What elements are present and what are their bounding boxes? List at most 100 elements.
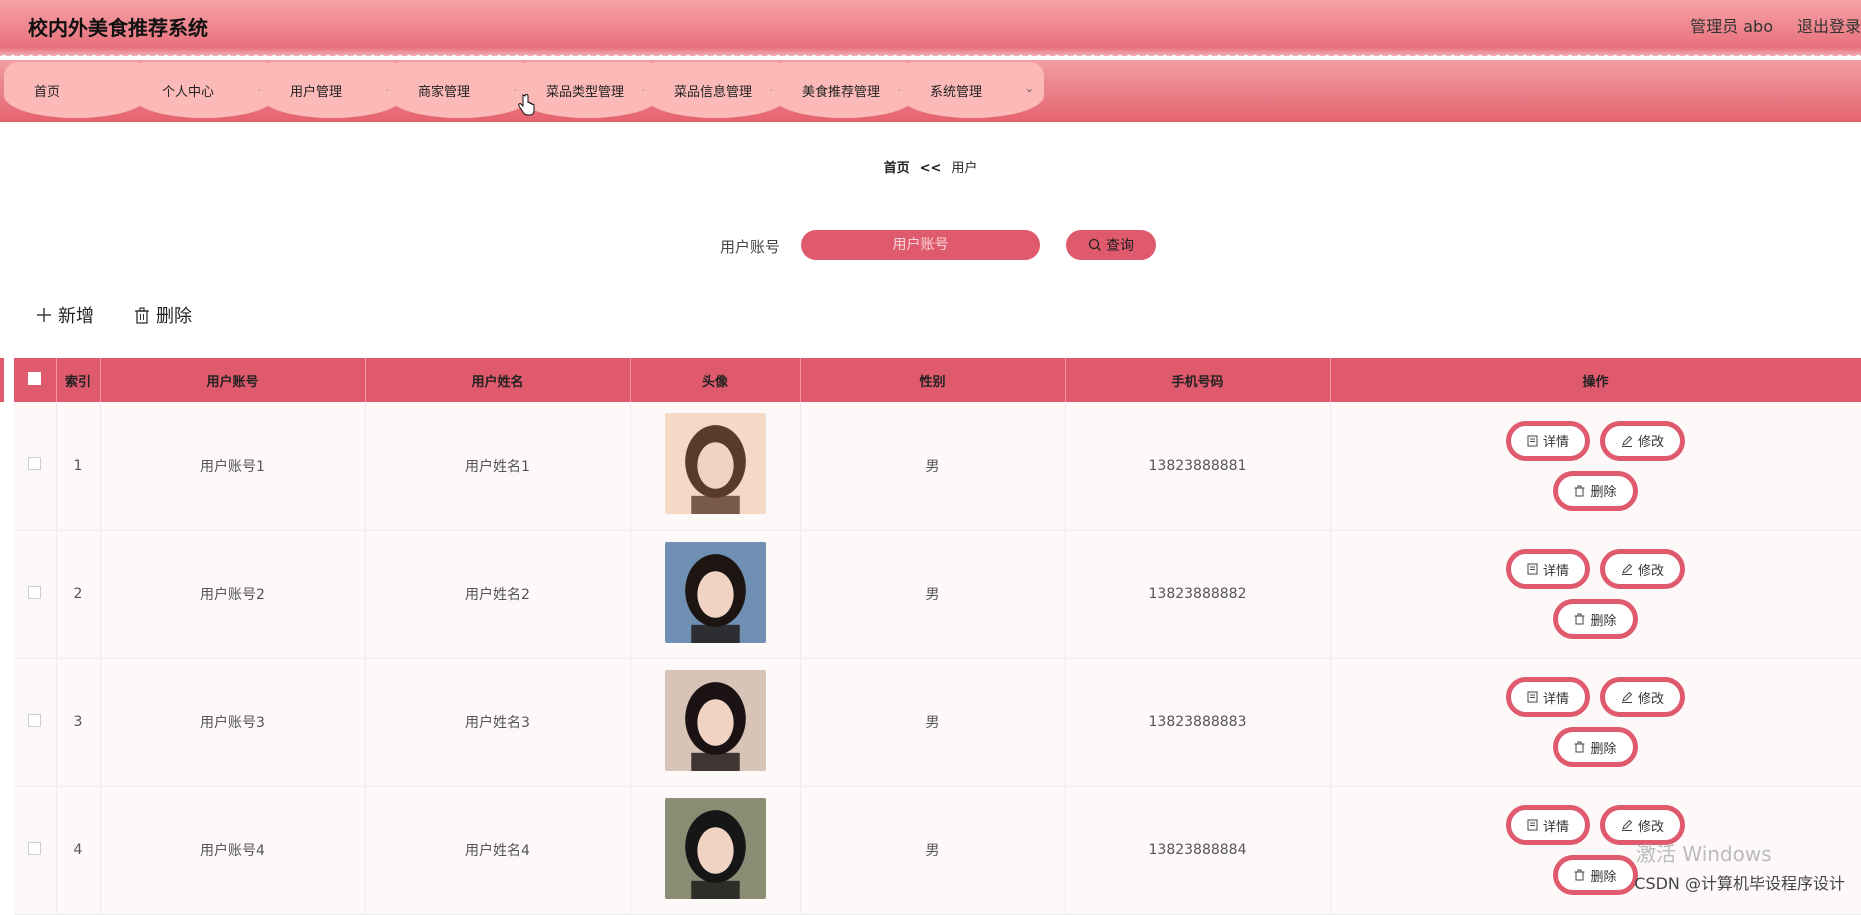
cell-avatar — [630, 402, 800, 530]
windows-activation-watermark: 激活 Windows — [1636, 838, 1772, 867]
cell-avatar — [630, 530, 800, 658]
edit-button-label: 修改 — [1638, 431, 1664, 450]
cell-account: 用户账号1 — [100, 402, 365, 530]
cell-name: 用户姓名1 — [365, 402, 630, 530]
detail-button-label: 详情 — [1543, 560, 1569, 579]
pencil-icon — [1621, 435, 1633, 447]
nav-tab-5[interactable]: 菜品信息管理⌄ — [644, 62, 788, 118]
delete-button[interactable]: 删除 — [1553, 727, 1637, 767]
delete-button-label: 删除 — [1590, 738, 1616, 757]
col-header-index: 索引 — [56, 358, 100, 402]
main-nav: 首页个人中心⌄用户管理⌄商家管理⌄菜品类型管理⌄菜品信息管理⌄美食推荐管理⌄系统… — [0, 60, 1861, 122]
cell-phone: 13823888883 — [1065, 658, 1330, 786]
add-button[interactable]: 新增 — [36, 302, 94, 328]
nav-tab-7[interactable]: 系统管理 ⌄ — [900, 62, 1044, 118]
app-title: 校内外美食推荐系统 — [28, 12, 208, 41]
breadcrumb-home[interactable]: 首页 — [884, 161, 910, 176]
select-all-checkbox[interactable] — [28, 372, 41, 385]
nav-tab-label: 美食推荐管理 — [802, 81, 880, 100]
cell-actions: 详情 修改 删除 — [1330, 530, 1861, 658]
col-header-name: 用户姓名 — [365, 358, 630, 402]
user-table: 索引 用户账号 用户姓名 头像 性别 手机号码 操作 1用户账号1用户姓名1男1… — [14, 358, 1861, 915]
row-select-cell[interactable] — [14, 402, 56, 530]
cell-phone: 13823888882 — [1065, 530, 1330, 658]
row-checkbox[interactable] — [28, 842, 41, 855]
nav-tab-3[interactable]: 商家管理⌄ — [388, 62, 532, 118]
bulk-delete-button[interactable]: 删除 — [134, 302, 192, 328]
delete-button[interactable]: 删除 — [1553, 599, 1637, 639]
table-row: 2用户账号2用户姓名2男13823888882 详情 修改 删除 — [14, 530, 1861, 658]
delete-button-label: 删除 — [1590, 481, 1616, 500]
edit-button[interactable]: 修改 — [1600, 421, 1685, 461]
cell-index: 2 — [56, 530, 100, 658]
nav-tab-4[interactable]: 菜品类型管理⌄ — [516, 62, 660, 118]
cell-name: 用户姓名3 — [365, 658, 630, 786]
cell-gender: 男 — [800, 786, 1065, 914]
detail-button[interactable]: 详情 — [1506, 421, 1590, 461]
nav-tab-2[interactable]: 用户管理⌄ — [260, 62, 404, 118]
add-button-label: 新增 — [58, 302, 94, 328]
document-icon — [1527, 563, 1538, 575]
bulk-delete-label: 删除 — [156, 302, 192, 328]
detail-button-label: 详情 — [1543, 816, 1569, 835]
col-header-avatar: 头像 — [630, 358, 800, 402]
trash-icon — [1574, 613, 1585, 625]
breadcrumb-current: 用户 — [951, 161, 977, 176]
nav-tab-label: 菜品类型管理 — [546, 81, 624, 100]
cell-gender: 男 — [800, 658, 1065, 786]
col-header-gender: 性别 — [800, 358, 1065, 402]
nav-tab-1[interactable]: 个人中心⌄ — [132, 62, 276, 118]
row-checkbox[interactable] — [28, 586, 41, 599]
delete-button-label: 删除 — [1590, 866, 1616, 885]
admin-user-label: 管理员 abo — [1690, 13, 1773, 37]
delete-button-label: 删除 — [1590, 610, 1616, 629]
row-select-cell[interactable] — [14, 530, 56, 658]
query-button-label: 查询 — [1106, 235, 1134, 255]
document-icon — [1527, 691, 1538, 703]
nav-tab-label: 系统管理 — [930, 81, 982, 100]
row-select-cell[interactable] — [14, 658, 56, 786]
cell-phone: 13823888884 — [1065, 786, 1330, 914]
app-header: 校内外美食推荐系统 管理员 abo 退出登录 — [0, 0, 1861, 56]
detail-button[interactable]: 详情 — [1506, 805, 1590, 845]
hand-cursor-icon — [517, 94, 535, 116]
avatar — [665, 542, 766, 643]
cell-index: 3 — [56, 658, 100, 786]
edit-button[interactable]: 修改 — [1600, 677, 1685, 717]
nav-tab-0[interactable]: 首页 — [4, 62, 148, 118]
cell-avatar — [630, 786, 800, 914]
query-button[interactable]: 查询 — [1066, 230, 1156, 260]
chevron-down-icon: ⌄ — [1025, 82, 1034, 95]
detail-button[interactable]: 详情 — [1506, 549, 1590, 589]
edit-button-label: 修改 — [1638, 688, 1664, 707]
delete-button[interactable]: 删除 — [1553, 471, 1637, 511]
row-checkbox[interactable] — [28, 714, 41, 727]
cell-actions: 详情 修改 删除 — [1330, 658, 1861, 786]
row-checkbox[interactable] — [28, 457, 41, 470]
select-all-header[interactable] — [14, 358, 56, 402]
logout-link[interactable]: 退出登录 — [1797, 13, 1861, 37]
cell-gender: 男 — [800, 402, 1065, 530]
detail-button[interactable]: 详情 — [1506, 677, 1590, 717]
detail-button-label: 详情 — [1543, 688, 1569, 707]
avatar — [665, 798, 766, 899]
table-row: 1用户账号1用户姓名1男13823888881 详情 修改 删除 — [14, 402, 1861, 530]
trash-icon — [1574, 869, 1585, 881]
pencil-icon — [1621, 691, 1633, 703]
cell-account: 用户账号3 — [100, 658, 365, 786]
table-row: 3用户账号3用户姓名3 男13823888883 详情 修改 删除 — [14, 658, 1861, 786]
delete-button[interactable]: 删除 — [1553, 855, 1637, 895]
edit-button[interactable]: 修改 — [1600, 549, 1685, 589]
cell-name: 用户姓名4 — [365, 786, 630, 914]
search-input[interactable] — [801, 230, 1040, 260]
search-icon — [1088, 238, 1102, 252]
row-select-cell[interactable] — [14, 786, 56, 914]
nav-tab-6[interactable]: 美食推荐管理⌄ — [772, 62, 916, 118]
col-header-actions: 操作 — [1330, 358, 1861, 402]
csdn-watermark: CSDN @计算机毕设程序设计 — [1634, 870, 1845, 894]
table-left-accent — [0, 358, 4, 402]
detail-button-label: 详情 — [1543, 431, 1569, 450]
document-icon — [1527, 819, 1538, 831]
trash-icon — [1574, 741, 1585, 753]
cell-index: 1 — [56, 402, 100, 530]
